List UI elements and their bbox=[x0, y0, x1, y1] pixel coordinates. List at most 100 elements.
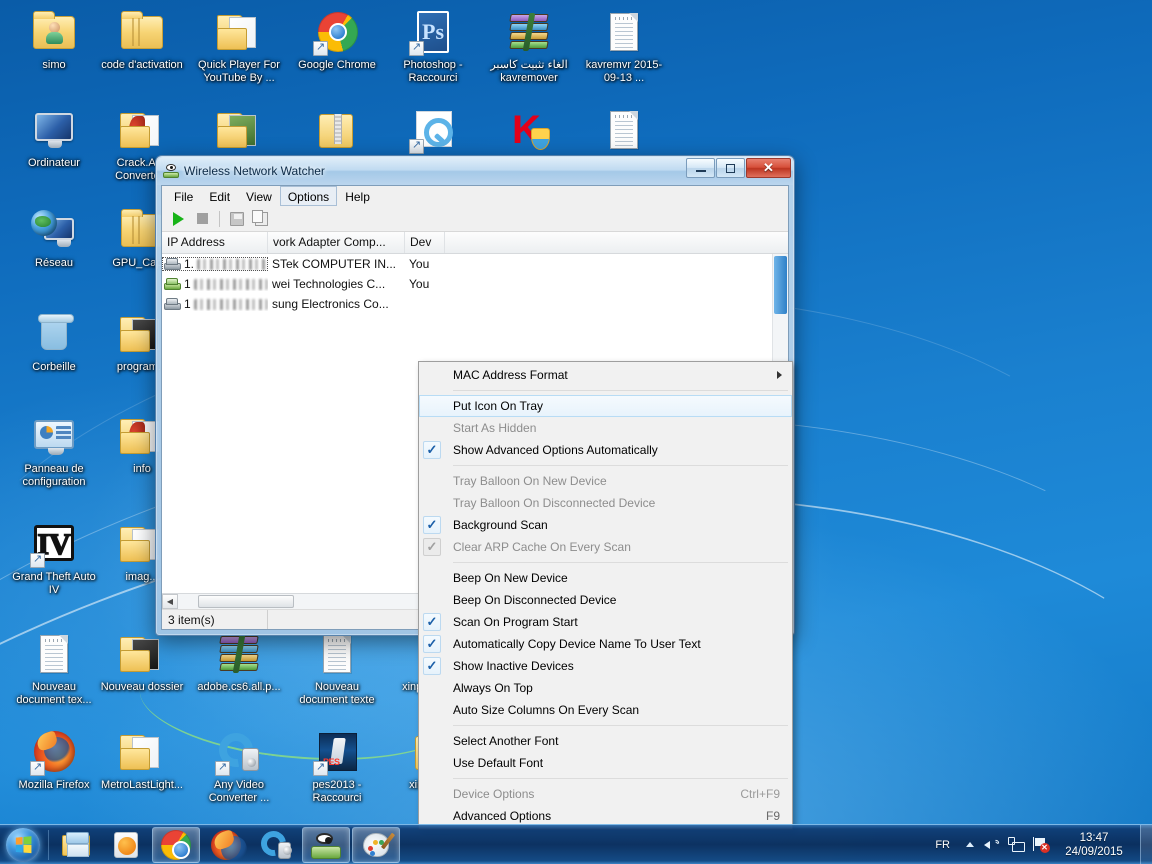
table-row[interactable]: 1. STek COMPUTER IN... You bbox=[162, 254, 788, 274]
menu-options[interactable]: Options bbox=[279, 186, 338, 206]
column-header[interactable]: IP Address bbox=[162, 232, 268, 253]
system-tray[interactable]: FR ✕ 13:47 24/09/2015 bbox=[925, 825, 1152, 864]
menu-file[interactable]: File bbox=[166, 186, 201, 206]
window-titlebar[interactable]: Wireless Network Watcher ✕ bbox=[157, 157, 793, 185]
taskbar-firefox[interactable] bbox=[202, 827, 250, 863]
clock[interactable]: 13:47 24/09/2015 bbox=[1052, 831, 1136, 859]
menu-item[interactable]: Put Icon On Tray bbox=[419, 395, 792, 417]
desktop-icon[interactable]: Corbeille bbox=[8, 310, 100, 374]
desktop-icon[interactable]: IV Grand Theft Auto IV bbox=[8, 520, 100, 596]
action-center-button[interactable]: ✕ bbox=[1028, 833, 1052, 857]
menu-item[interactable]: Beep On Disconnected Device bbox=[419, 589, 792, 611]
desktop-icon[interactable]: Ordinateur bbox=[8, 106, 100, 170]
menu-help[interactable]: Help bbox=[337, 186, 378, 206]
scroll-left-arrow[interactable]: ◀ bbox=[162, 594, 178, 609]
menu-item[interactable]: Select Another Font bbox=[419, 730, 792, 752]
desktop-icon[interactable]: Panneau de configuration bbox=[8, 412, 100, 488]
menu-view[interactable]: View bbox=[238, 186, 280, 206]
taskbar-any-video-converter[interactable] bbox=[252, 825, 300, 863]
desktop-icon[interactable]: الغاء تثبيت كاسبر kavremover bbox=[483, 8, 575, 84]
ip-address-cell[interactable]: 1. bbox=[162, 257, 268, 271]
start-button[interactable] bbox=[0, 826, 46, 864]
menu-item[interactable]: Auto Size Columns On Every Scan bbox=[419, 699, 792, 721]
desktop-icon[interactable]: simo bbox=[8, 8, 100, 72]
desktop[interactable]: simo code d'activation Quick Player For Yo… bbox=[0, 0, 1152, 864]
options-menu-items[interactable]: MAC Address Format Put Icon On Tray Start … bbox=[419, 364, 792, 827]
desktop-icon[interactable] bbox=[193, 106, 285, 157]
list-header[interactable]: IP Address vork Adapter Comp... Dev bbox=[162, 232, 788, 254]
desktop-icon[interactable]: code d'activation bbox=[96, 8, 188, 72]
desktop-icon[interactable]: Any Video Converter ... bbox=[193, 726, 285, 804]
list-rows[interactable]: 1. STek COMPUTER IN... You 1 wei Technologie… bbox=[162, 254, 788, 314]
taskbar-media-player[interactable] bbox=[102, 827, 150, 863]
desktop-icon[interactable]: kavremvr 2015-09-13 ... bbox=[578, 8, 670, 84]
options-dropdown-menu[interactable]: MAC Address Format Put Icon On Tray Start … bbox=[418, 361, 793, 830]
show-desktop-button[interactable] bbox=[1140, 825, 1152, 864]
minimize-button[interactable] bbox=[686, 158, 715, 178]
menu-item[interactable]: Start As Hidden bbox=[419, 417, 792, 439]
volume-button[interactable] bbox=[980, 833, 1004, 857]
start-scan-button[interactable] bbox=[168, 209, 188, 229]
wireless-network-watcher-window[interactable]: Wireless Network Watcher ✕ File Edit View O… bbox=[155, 155, 795, 830]
menu-item[interactable]: ✓ Automatically Copy Device Name To User … bbox=[419, 633, 792, 655]
menu-item-label: Start As Hidden bbox=[453, 421, 537, 435]
show-hidden-icons-button[interactable] bbox=[960, 842, 980, 847]
desktop-icon[interactable]: MetroLastLight... bbox=[96, 728, 188, 792]
menu-item[interactable]: ✓ Scan On Program Start bbox=[419, 611, 792, 633]
language-indicator[interactable]: FR bbox=[925, 839, 960, 851]
desktop-icon[interactable]: Nouveau document texte bbox=[291, 630, 383, 706]
desktop-icon[interactable]: adobe.cs6.all.p... bbox=[193, 630, 285, 694]
copy-button[interactable] bbox=[251, 209, 271, 229]
desktop-icon[interactable] bbox=[578, 106, 670, 157]
taskbar-wireless-network-watcher[interactable] bbox=[302, 826, 350, 863]
taskbar-chrome[interactable] bbox=[152, 826, 200, 863]
menu-item[interactable]: MAC Address Format bbox=[419, 364, 792, 386]
ip-address-cell[interactable]: 1 bbox=[162, 297, 268, 311]
desktop-icon[interactable]: Réseau bbox=[8, 206, 100, 270]
column-header[interactable]: Dev bbox=[405, 232, 445, 253]
menu-item-label: Put Icon On Tray bbox=[453, 399, 544, 413]
menu-edit[interactable]: Edit bbox=[201, 186, 238, 206]
desktop-icon[interactable] bbox=[291, 106, 383, 157]
menu-item[interactable]: Use Default Font bbox=[419, 752, 792, 774]
menu-item[interactable]: ✓ Background Scan bbox=[419, 514, 792, 536]
menu-item[interactable]: Beep On New Device bbox=[419, 567, 792, 589]
network-button[interactable] bbox=[1004, 833, 1028, 857]
desktop-icon[interactable]: Nouveau dossier bbox=[96, 630, 188, 694]
horizontal-scrollbar-thumb[interactable] bbox=[198, 595, 294, 608]
desktop-icon[interactable]: K bbox=[483, 106, 575, 157]
ip-address-cell[interactable]: 1 bbox=[162, 277, 268, 291]
stop-scan-button[interactable] bbox=[192, 209, 212, 229]
checkmark-icon: ✓ bbox=[423, 441, 441, 459]
taskbar[interactable]: FR ✕ 13:47 24/09/2015 bbox=[0, 824, 1152, 864]
desktop-icon[interactable]: Mozilla Firefox bbox=[8, 728, 100, 792]
menu-item-label: Scan On Program Start bbox=[453, 615, 578, 629]
menu-item[interactable]: Tray Balloon On Disconnected Device bbox=[419, 492, 792, 514]
desktop-icon[interactable]: Nouveau document tex... bbox=[8, 630, 100, 706]
desktop-icon[interactable]: pes2013 - Raccourci bbox=[291, 728, 383, 804]
table-row[interactable]: 1 wei Technologies C... You bbox=[162, 274, 788, 294]
desktop-icon[interactable]: Quick Player For YouTube By ... bbox=[193, 8, 285, 84]
save-button[interactable] bbox=[227, 209, 247, 229]
desktop-icon[interactable]: Ps Photoshop - Raccourci bbox=[387, 8, 479, 84]
folder-open-dark-icon bbox=[118, 630, 166, 678]
desktop-icon[interactable] bbox=[387, 106, 479, 157]
taskbar-paint[interactable] bbox=[352, 826, 400, 863]
menu-item[interactable]: ✓ Show Advanced Options Automatically bbox=[419, 439, 792, 461]
close-button[interactable]: ✕ bbox=[746, 158, 791, 178]
menu-item[interactable]: Always On Top bbox=[419, 677, 792, 699]
maximize-button[interactable] bbox=[716, 158, 745, 178]
desktop-icon[interactable]: Google Chrome bbox=[291, 8, 383, 72]
menu-item[interactable]: Device Options Ctrl+F9 bbox=[419, 783, 792, 805]
column-header[interactable]: vork Adapter Comp... bbox=[268, 232, 405, 253]
table-row[interactable]: 1 sung Electronics Co... bbox=[162, 294, 788, 314]
floppy-icon bbox=[230, 211, 244, 226]
menu-item[interactable]: Tray Balloon On New Device bbox=[419, 470, 792, 492]
chevron-right-icon bbox=[777, 371, 782, 379]
taskbar-explorer[interactable] bbox=[52, 827, 100, 863]
menu-item[interactable]: ✓ Clear ARP Cache On Every Scan bbox=[419, 536, 792, 558]
toolbar[interactable] bbox=[162, 206, 788, 232]
menu-item[interactable]: ✓ Show Inactive Devices bbox=[419, 655, 792, 677]
vertical-scrollbar-thumb[interactable] bbox=[774, 256, 787, 314]
menubar[interactable]: File Edit View Options Help bbox=[162, 186, 788, 206]
